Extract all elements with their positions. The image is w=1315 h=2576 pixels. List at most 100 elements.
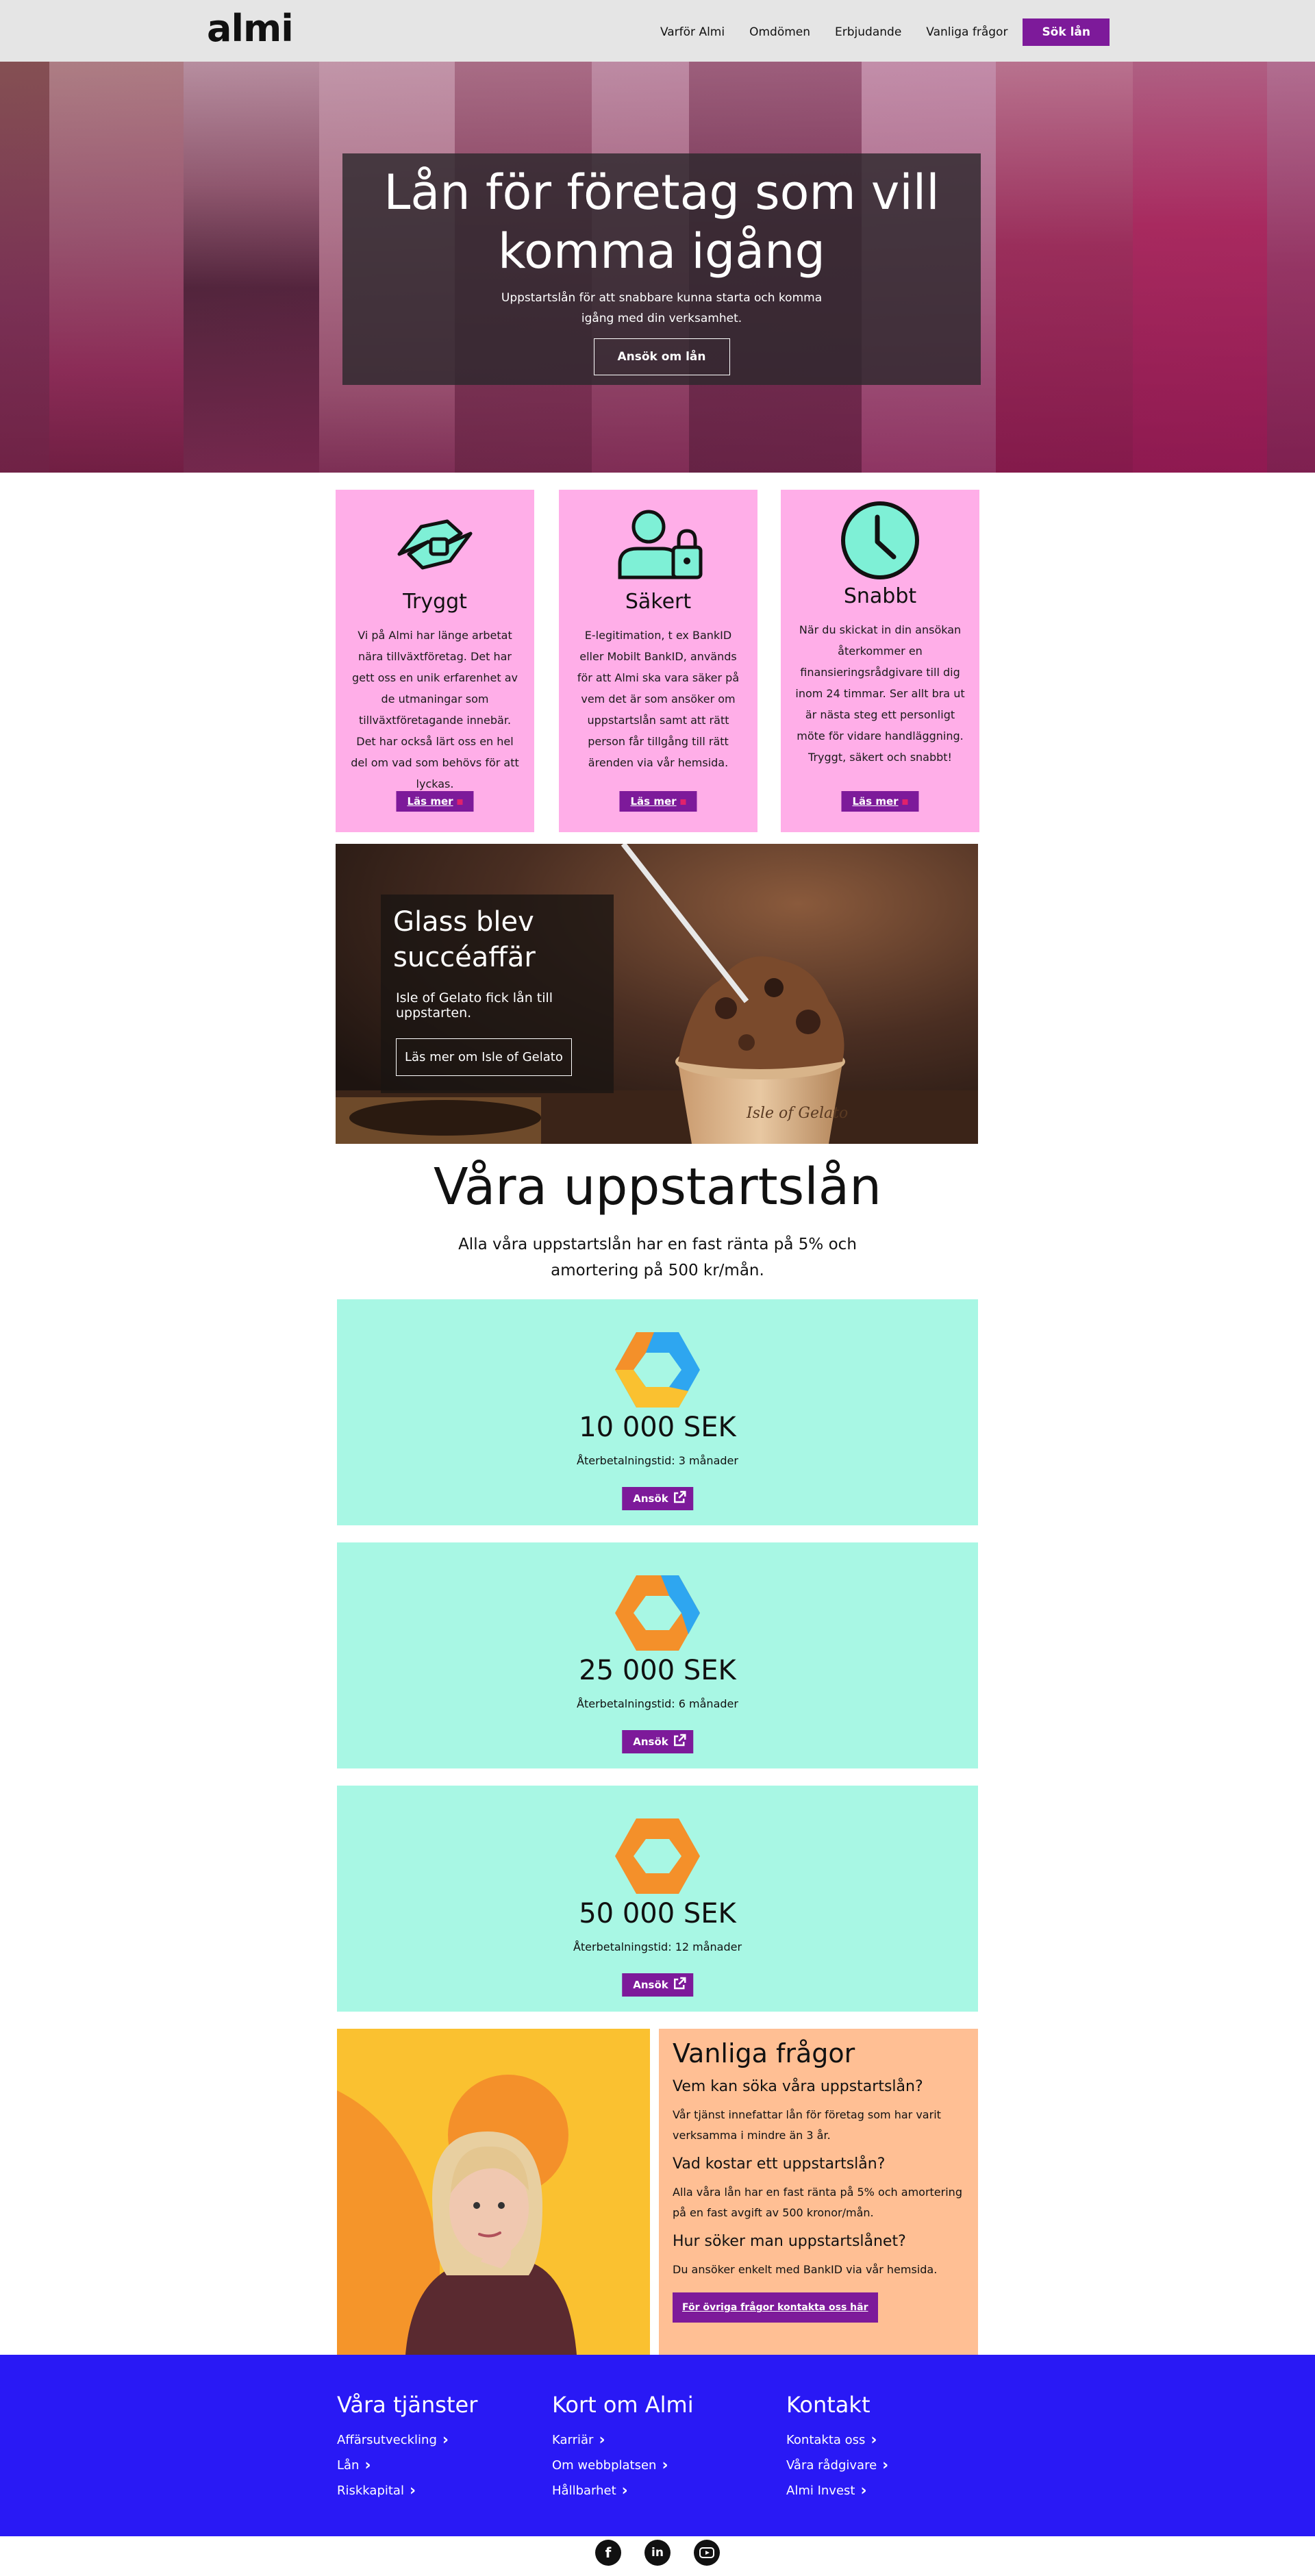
faq-photo [337,2029,650,2355]
footer-link[interactable]: Lån › [337,2453,477,2478]
youtube-icon[interactable] [694,2540,720,2566]
gelato-banner: Isle of Gelato Glass blev succéaffär Isl… [336,844,978,1144]
footer-link-label: Om webbplatsen [552,2458,657,2473]
footer-link-label: Våra rådgivare [786,2458,877,2473]
external-link-icon [673,1734,686,1750]
feature-card-sakert: Säkert E-legitimation, t ex BankID eller… [559,490,757,832]
footer-column-contact: Kontakt Kontakta oss › Våra rådgivare › Al… [786,2392,888,2503]
site-header: almi Varför Almi Omdömen Erbjudande Vanl… [0,0,1315,62]
hero-title: Lån för företag som vill komma igång [384,164,940,279]
faq-title: Vanliga frågor [673,2038,855,2068]
apply-label: Ansök [633,1979,668,1991]
loans-section-subtitle: Alla våra uppstartslån har en fast ränta… [458,1236,857,1279]
loan-card-10000: 10 000 SEK Återbetalningstid: 3 månader … [337,1299,978,1525]
social-links: f in [0,2540,1315,2566]
footer-link-label: Lån [337,2458,360,2473]
loan-card-25000: 25 000 SEK Återbetalningstid: 6 månader … [337,1542,978,1768]
footer-column-title: Kort om Almi [552,2392,694,2418]
footer-link[interactable]: Almi Invest › [786,2478,888,2503]
faq-question: Vad kostar ett uppstartslån? [673,2155,886,2173]
apply-button[interactable]: Ansök [622,1973,693,1997]
chevron-right-icon: › [662,2457,668,2474]
main-nav: Varför Almi Omdömen Erbjudande Vanliga f… [636,18,1110,46]
faq-answer: Vår tjänst innefattar lån för företag so… [673,2108,941,2142]
almi-logo[interactable]: almi [207,7,294,50]
footer-column-title: Våra tjänster [337,2392,478,2418]
read-more-button[interactable]: Läs mer [619,791,697,812]
read-more-button[interactable]: Läs mer [841,791,919,812]
faq-question: Hur söker man uppstartslånet? [673,2233,906,2250]
banner-text: Isle of Gelato fick lån till uppstarten. [396,990,553,1021]
nav-item-varfor-almi[interactable]: Varför Almi [660,25,725,39]
feature-card-snabbt: Snabbt När du skickat in din ansökan åte… [781,490,979,832]
loan-term: Återbetalningstid: 6 månader [577,1697,738,1710]
feature-title: Tryggt [403,590,467,614]
clock-icon [781,499,979,584]
feature-text: Vi på Almi har länge arbetat nära tillvä… [351,629,519,790]
chevron-right-icon: › [599,2431,605,2449]
apply-for-loan-button[interactable]: Ansök om lån [593,338,730,375]
banner-title: Glass blev succéaffär [393,906,536,973]
feature-cards: Tryggt Vi på Almi har länge arbetat nära… [336,490,979,832]
external-link-icon [673,1490,686,1507]
read-more-button[interactable]: Läs mer [396,791,474,812]
nav-item-omdomen[interactable]: Omdömen [749,25,810,39]
hexagon-logo-icon [615,1575,700,1651]
chevron-right-icon: › [871,2431,877,2449]
footer-column-about: Kort om Almi Karriär › Om webbplatsen › Hå… [552,2392,694,2503]
nav-item-erbjudande[interactable]: Erbjudande [835,25,901,39]
chevron-right-icon: › [442,2431,449,2449]
linkedin-icon[interactable]: in [644,2540,671,2566]
footer-link[interactable]: Om webbplatsen › [552,2453,694,2478]
handshake-icon [336,506,534,584]
hero-text-box: Lån för företag som vill komma igång Upp… [342,153,981,385]
hexagon-logo-icon [615,1332,700,1408]
footer-link[interactable]: Kontakta oss › [786,2427,888,2453]
external-link-icon [673,1977,686,1993]
feature-text: E-legitimation, t ex BankID eller Mobilt… [577,629,740,769]
hero-subtitle: Uppstartslån för att snabbare kunna star… [501,291,823,325]
feature-title: Snabbt [843,584,917,608]
footer-link[interactable]: Affärsutveckling › [337,2427,477,2453]
feature-text: När du skickat in din ansökan återkommer… [795,623,965,764]
faq-question: Vem kan söka våra uppstartslån? [673,2078,923,2095]
apply-button[interactable]: Ansök [622,1730,693,1753]
chevron-right-icon: › [882,2457,889,2474]
footer-link[interactable]: Riskkapital › [337,2478,477,2503]
chevron-right-icon: › [364,2457,371,2474]
apply-button[interactable]: Ansök [622,1487,693,1510]
chevron-right-icon: › [860,2482,867,2499]
footer-link[interactable]: Hållbarhet › [552,2478,694,2503]
loan-amount: 50 000 SEK [579,1898,736,1929]
hero-section: Lån för företag som vill komma igång Upp… [0,62,1315,473]
read-more-label: Läs mer [407,795,453,808]
arrow-marker-icon [902,799,908,805]
footer-link-label: Hållbarhet [552,2484,616,2498]
apply-loan-button[interactable]: Sök lån [1023,18,1110,46]
nav-item-vanliga-fragor[interactable]: Vanliga frågor [926,25,1007,39]
footer-column-services: Våra tjänster Affärsutveckling › Lån › Ris… [337,2392,477,2503]
loan-term: Återbetalningstid: 12 månader [573,1940,742,1953]
hexagon-logo-icon [615,1818,700,1894]
footer-link-label: Kontakta oss [786,2433,866,2447]
chevron-right-icon: › [409,2482,416,2499]
faq-section: Vanliga frågor Vem kan söka våra uppstar… [659,2029,978,2355]
loans-section-title: Våra uppstartslån [433,1158,882,1216]
faq-answer: Du ansöker enkelt med BankID via vår hem… [673,2263,938,2276]
footer-link[interactable]: Karriär › [552,2427,694,2453]
read-more-gelato-button[interactable]: Läs mer om Isle of Gelato [396,1038,572,1076]
footer-link-label: Karriär [552,2433,594,2447]
footer-link[interactable]: Våra rådgivare › [786,2453,888,2478]
feature-title: Säkert [625,590,692,614]
loan-card-50000: 50 000 SEK Återbetalningstid: 12 månader… [337,1786,978,2012]
cup-brand-text: Isle of Gelato [746,1105,848,1122]
facebook-icon[interactable]: f [595,2540,621,2566]
footer-link-label: Riskkapital [337,2484,404,2498]
apply-label: Ansök [633,1736,668,1748]
loan-amount: 10 000 SEK [579,1412,736,1443]
arrow-marker-icon [680,799,686,805]
chevron-right-icon: › [621,2482,628,2499]
read-more-label: Läs mer [852,795,899,808]
contact-us-button[interactable]: För övriga frågor kontakta oss här [673,2292,878,2323]
feature-card-tryggt: Tryggt Vi på Almi har länge arbetat nära… [336,490,534,832]
